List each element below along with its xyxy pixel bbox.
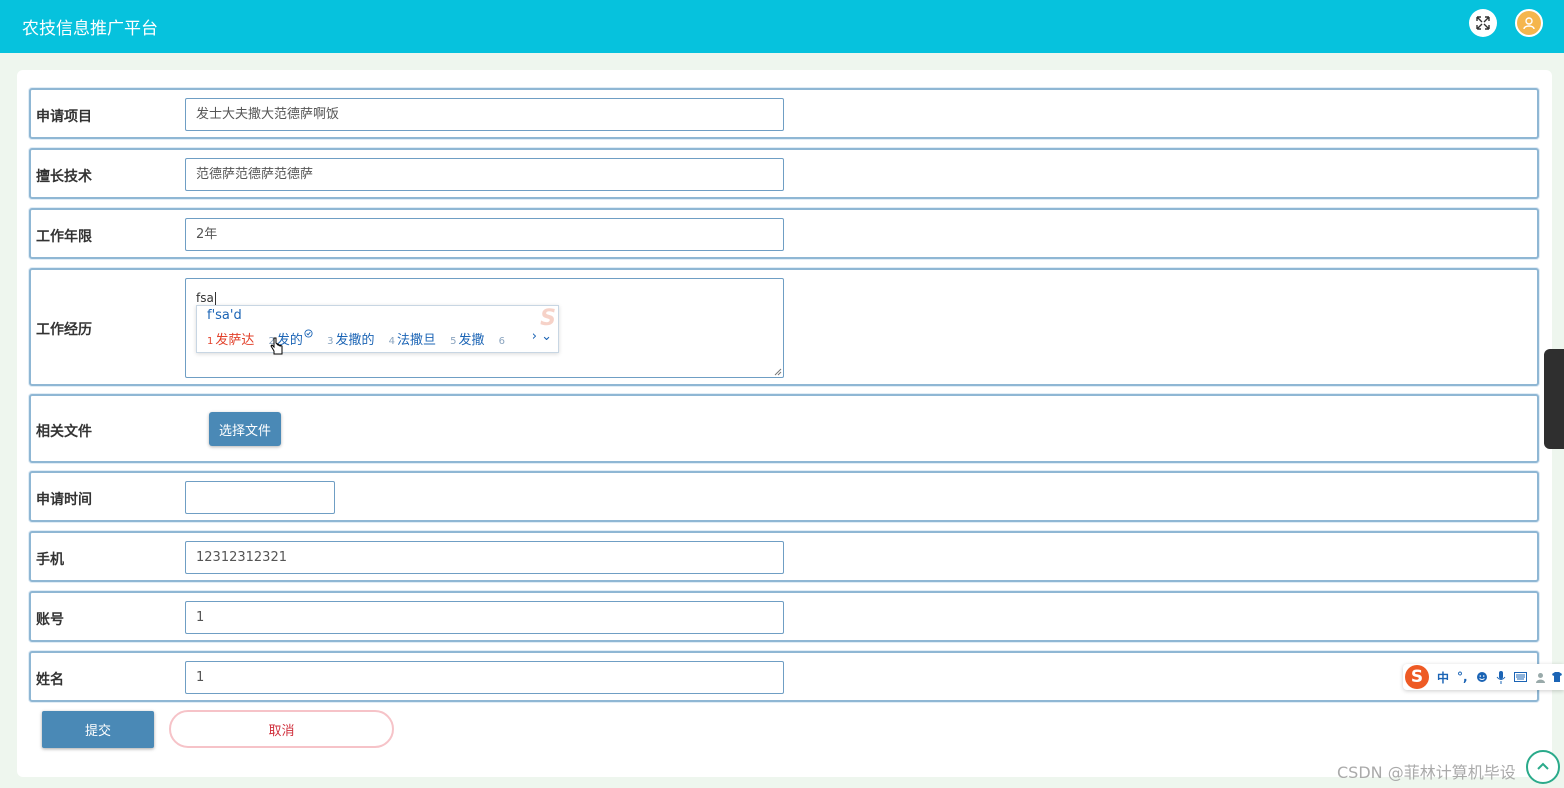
submit-button[interactable]: 提交 [42,711,154,748]
project-input[interactable]: 发士大夫撒大范德萨啊饭 [185,98,784,131]
ime-candidate-3[interactable]: 3 发撒的 [327,333,374,348]
resize-handle-icon[interactable] [774,368,782,376]
ime-composition: f'sa'd [207,308,242,323]
ime-candidate-5[interactable]: 5 发撒 [450,333,484,348]
sogou-logo-icon[interactable]: S [1405,665,1429,689]
floating-action-button[interactable] [1526,750,1560,784]
row-phone: 手机 12312312321 [29,531,1539,582]
ime-status-toolbar: S 中 °, [1403,664,1564,690]
row-name: 姓名 1 [29,651,1539,702]
keyboard-icon[interactable] [1513,672,1527,682]
check-circle-icon [304,329,313,338]
microphone-icon[interactable] [1496,670,1506,684]
phone-input[interactable]: 12312312321 [185,541,784,574]
row-skill: 擅长技术 范德萨范德萨范德萨 [29,148,1539,199]
user-icon[interactable] [1535,672,1546,683]
csdn-watermark: CSDN @菲林计算机毕设 [1337,763,1516,782]
years-label: 工作年限 [36,229,92,245]
ime-mode-toggle[interactable]: 中 [1437,669,1449,686]
account-label: 账号 [36,612,64,628]
top-header: 农技信息推广平台 [0,0,1564,53]
ime-punct-toggle[interactable]: °, [1457,670,1468,684]
chevron-up-icon [1537,762,1549,770]
hand-cursor-icon [270,337,283,355]
apply-time-label: 申请时间 [36,492,92,508]
years-input[interactable]: 2年 [185,218,784,251]
expand-icon [1476,16,1490,30]
file-label: 相关文件 [36,424,92,440]
user-avatar-icon [1523,17,1535,30]
row-project: 申请项目 发士大夫撒大范德萨啊饭 [29,88,1539,139]
skin-icon[interactable] [1551,672,1562,682]
apply-time-input[interactable] [185,481,335,514]
ime-candidate-6[interactable]: 6 [499,333,507,348]
choose-file-button[interactable]: 选择文件 [209,412,281,446]
cancel-button[interactable]: 取消 [169,710,394,748]
ime-candidate-popup: S f'sa'd 1 发萨达 2 发的 3 发撒的 4 法撒旦 5 发撒 6 › ⌄ [196,305,559,353]
name-input[interactable]: 1 [185,661,784,694]
phone-label: 手机 [36,552,64,568]
skill-input[interactable]: 范德萨范德萨范德萨 [185,158,784,191]
experience-label: 工作经历 [36,322,92,338]
row-experience: 工作经历 fsa S f'sa'd 1 发萨达 2 发的 3 发撒的 4 法撒旦 5 发撒… [29,268,1539,386]
ime-candidate-4[interactable]: 4 法撒旦 [389,333,436,348]
app-title: 农技信息推广平台 [22,19,158,39]
sogou-watermark-icon: S [540,306,556,331]
project-label: 申请项目 [36,109,92,125]
ime-candidate-1[interactable]: 1 发萨达 [207,333,254,348]
experience-text: fsa [196,291,216,305]
skill-label: 擅长技术 [36,169,92,185]
row-years: 工作年限 2年 [29,208,1539,259]
row-apply-time: 申请时间 [29,471,1539,522]
row-account: 账号 1 [29,591,1539,642]
user-avatar-button[interactable] [1515,9,1543,37]
account-input[interactable]: 1 [185,601,784,634]
name-label: 姓名 [36,672,64,688]
experience-textarea[interactable]: fsa S f'sa'd 1 发萨达 2 发的 3 发撒的 4 法撒旦 5 发撒 6 › … [185,278,784,378]
fullscreen-button[interactable] [1469,9,1497,37]
ime-candidates: 1 发萨达 2 发的 3 发撒的 4 法撒旦 5 发撒 6 [207,329,517,348]
emoji-icon[interactable] [1476,671,1488,683]
row-file: 相关文件 选择文件 [29,394,1539,463]
ime-page-nav[interactable]: › ⌄ [532,329,552,344]
side-drawer-handle[interactable] [1544,349,1564,449]
